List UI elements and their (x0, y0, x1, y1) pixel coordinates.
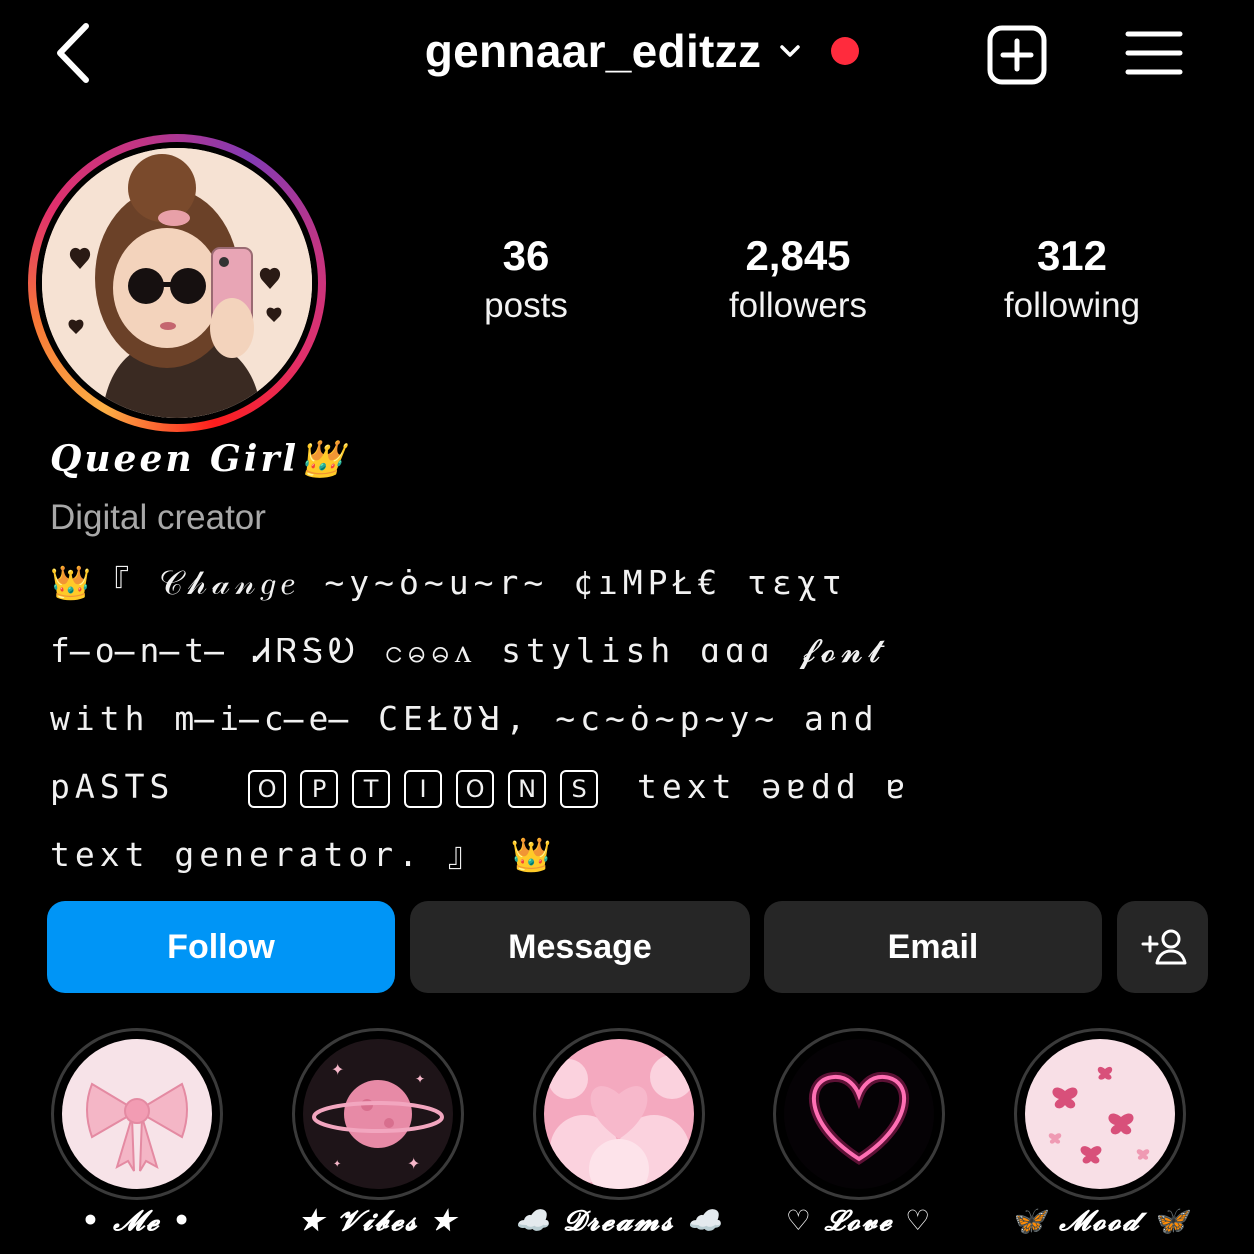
boxed-letter: O (456, 769, 495, 808)
display-name: Queen Girl👑 (50, 438, 347, 480)
highlight-label: ★ 𝓥𝓲𝓫𝓮𝓼 ★ (298, 1204, 458, 1237)
bio-line: f̶o̶n̶t̶ ᏗᏒᎦᎧ ငဓဓᴧ stylish ɑɑɑ 𝓯𝓸𝓷𝓽 (50, 631, 886, 670)
plus-square-icon[interactable] (986, 24, 1048, 86)
boxed-letter: S (560, 769, 599, 808)
posts-label: posts (484, 286, 568, 325)
butterflies-icon (1025, 1039, 1175, 1189)
svg-text:✦: ✦ (333, 1159, 341, 1170)
followers-value: 2,845 (745, 232, 851, 279)
svg-text:✦: ✦ (331, 1060, 344, 1079)
svg-text:✦: ✦ (415, 1072, 425, 1086)
posts-count[interactable]: 36 posts (406, 228, 646, 328)
message-label: Message (508, 927, 652, 966)
boxed-letter: O (248, 769, 287, 808)
story-ring[interactable] (28, 134, 326, 432)
followers-label: followers (728, 286, 868, 325)
highlight-label: 🦋 𝓜𝓸𝓸𝓭 🦋 (1010, 1204, 1190, 1237)
email-button[interactable]: Email (764, 901, 1102, 993)
pink-planet-icon: ✦ ✦ ✦ ✦ (303, 1039, 453, 1189)
follow-button[interactable]: Follow (47, 901, 395, 993)
bio-line: 👑『 𝒞𝒽𝒶𝓃𝑔𝑒 ~y~ȯ~u~r~ ¢ıMPŁ€ τεχτ (50, 563, 847, 602)
boxed-letter: I (404, 769, 443, 808)
notification-dot (831, 37, 860, 65)
bio-line-options: pASTS OPTIONS text ǝɐdd ɐ (50, 756, 970, 824)
boxed-letter: N (508, 769, 547, 808)
bio: 👑『 𝒞𝒽𝒶𝓃𝑔𝑒 ~y~ȯ~u~r~ ¢ıMPŁ€ τεχτ f̶o̶n̶t̶… (50, 552, 970, 892)
highlight-dreams[interactable] (533, 1028, 705, 1200)
avatar (42, 148, 312, 418)
highlight-love[interactable] (773, 1028, 945, 1200)
highlight-me[interactable] (51, 1028, 223, 1200)
follow-label: Follow (167, 927, 275, 966)
bio-line-start: pASTS (50, 767, 175, 806)
following-label: following (1003, 286, 1141, 325)
chevron-down-icon (780, 45, 800, 57)
pink-bow-icon (62, 1039, 212, 1189)
top-bar: gennaar_editzz (0, 0, 1254, 110)
highlight-vibes[interactable]: ✦ ✦ ✦ ✦ (292, 1028, 464, 1200)
boxed-letter: P (300, 769, 339, 808)
neon-heart-icon (784, 1039, 934, 1189)
highlight-mood[interactable] (1014, 1028, 1186, 1200)
email-label: Email (887, 927, 979, 966)
followers-count[interactable]: 2,845 followers (678, 228, 918, 328)
highlight-label: ☁️ 𝓓𝓻𝓮𝓪𝓶𝓼 ☁️ (514, 1204, 724, 1237)
pink-clouds-heart-icon (544, 1039, 694, 1189)
hamburger-menu-icon[interactable] (1124, 28, 1184, 78)
svg-text:✦: ✦ (407, 1154, 420, 1173)
username-switcher[interactable]: gennaar_editzz (0, 24, 1254, 78)
posts-value: 36 (502, 232, 550, 279)
category-label: Digital creator (50, 498, 266, 537)
bio-line-tail: text ǝɐdd ɐ (636, 767, 911, 806)
highlight-label: ♡ 𝓛𝓸𝓿𝓮 ♡ (785, 1204, 933, 1237)
following-count[interactable]: 312 following (952, 228, 1192, 328)
bio-line: with m̶i̶c̶e̶ CΕŁƱꓤ, ~c~ȯ~p~y~ and (50, 699, 879, 738)
username: gennaar_editzz (424, 25, 762, 77)
message-button[interactable]: Message (410, 901, 750, 993)
highlight-label: • 𝓜𝓮 • (81, 1204, 193, 1237)
avatar-illustration (42, 148, 312, 418)
bio-line: text generator. 』 👑 (50, 835, 557, 874)
boxed-letter: T (352, 769, 391, 808)
suggested-users-button[interactable] (1117, 901, 1208, 993)
following-value: 312 (1036, 232, 1108, 279)
add-user-icon (1141, 929, 1186, 965)
